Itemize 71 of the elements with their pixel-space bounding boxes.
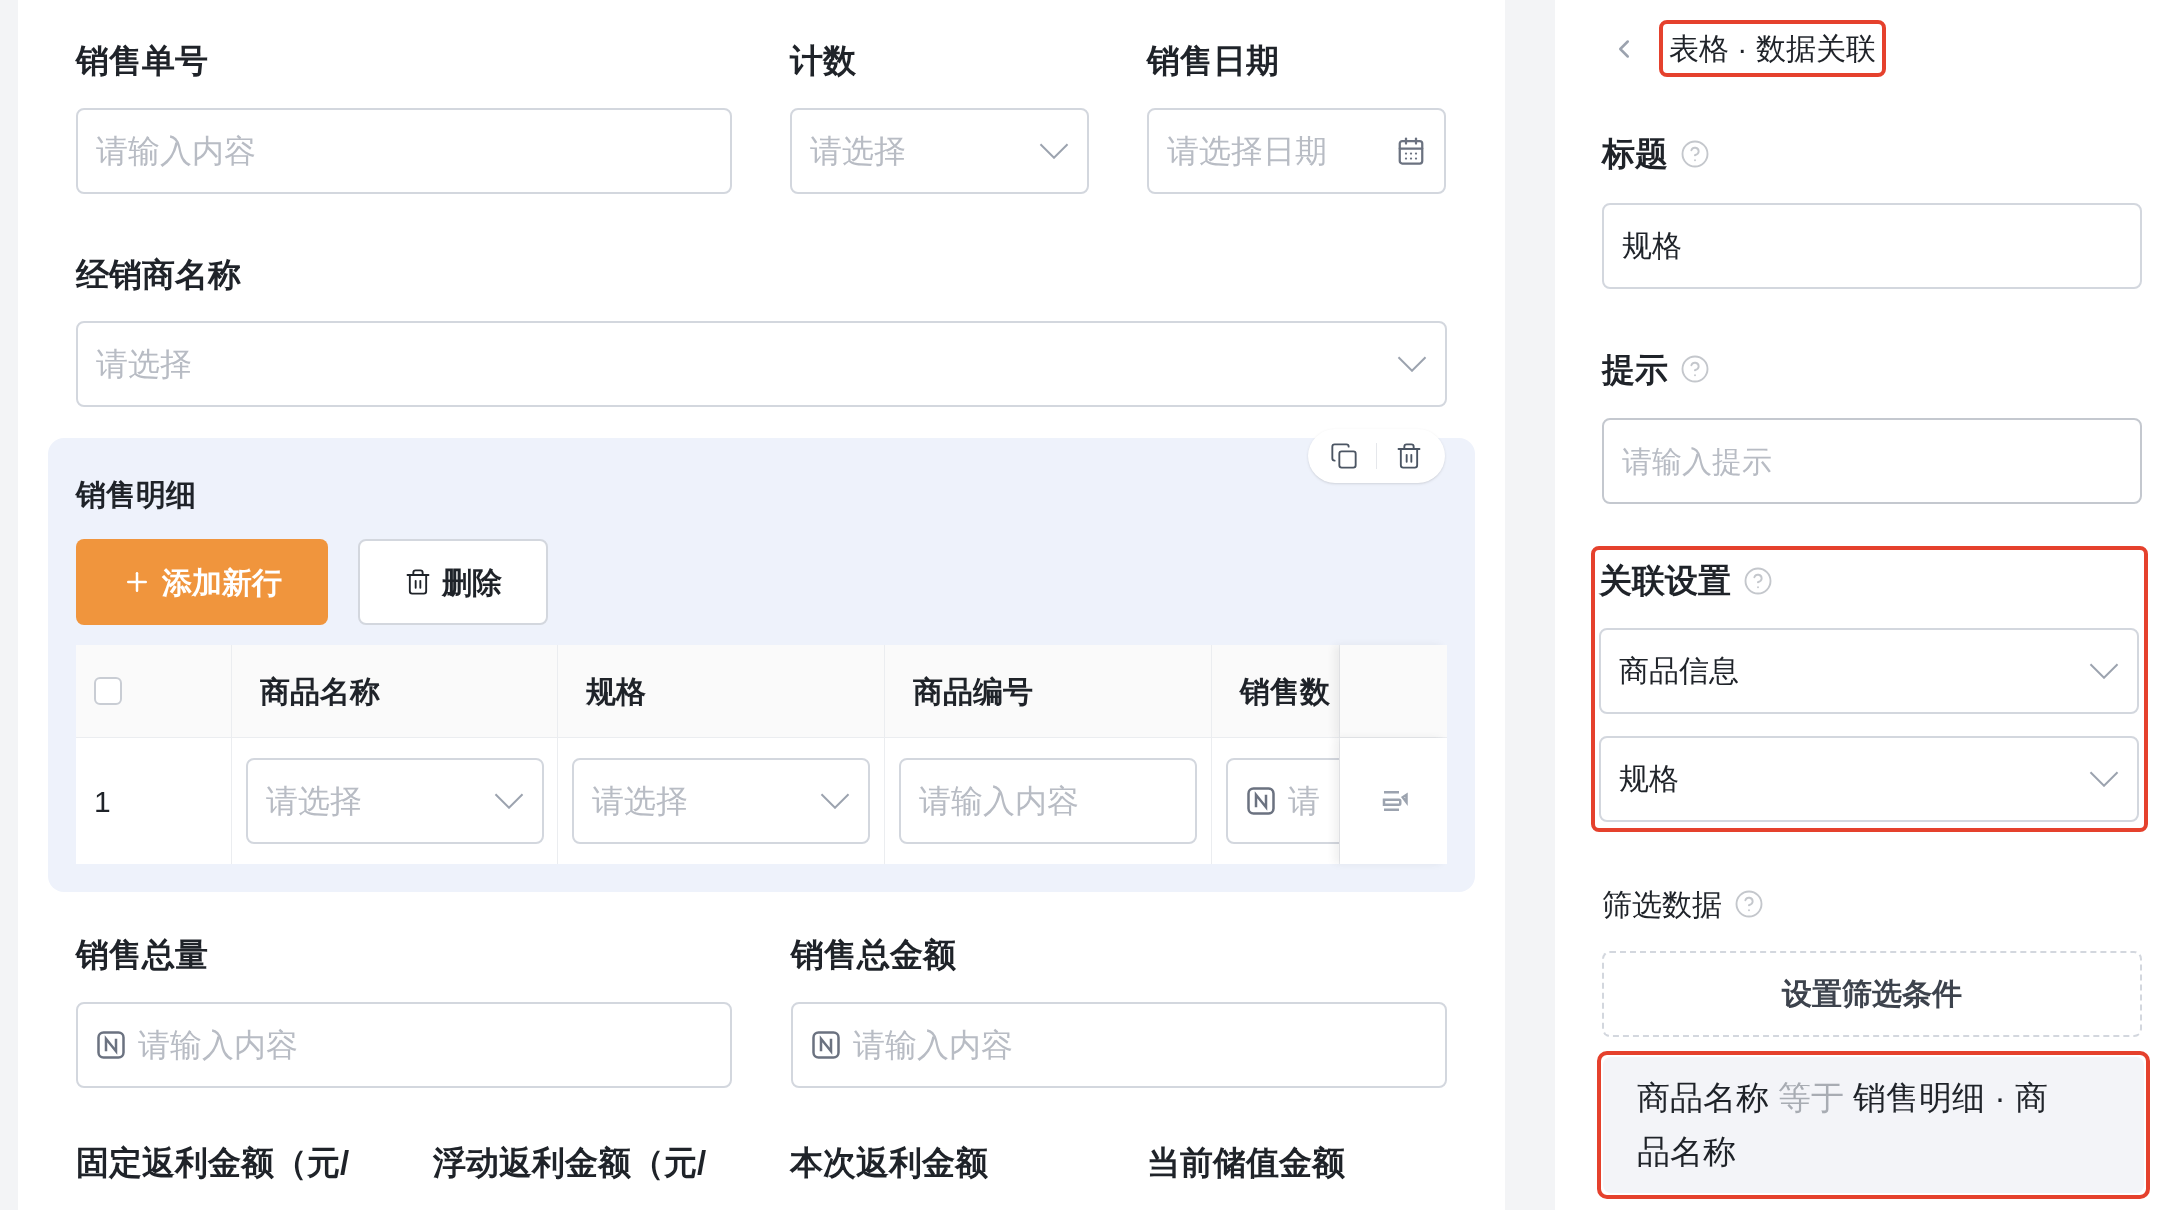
field-label: 浮动返利金额（元/ (433, 1142, 708, 1183)
field-label: 固定返利金额（元/ (76, 1142, 351, 1183)
column-header: 商品名称 (260, 673, 380, 710)
help-icon[interactable] (1743, 565, 1773, 596)
column-header: 商品编号 (913, 673, 1033, 710)
number-icon (811, 1029, 841, 1060)
placeholder-text: 请输入提示 (1622, 443, 1772, 480)
trash-icon[interactable] (1395, 442, 1423, 470)
calendar-icon (1396, 135, 1426, 166)
field-label: 销售总金额 (791, 935, 957, 975)
number-icon (1246, 786, 1276, 816)
column-header: 规格 (586, 673, 646, 710)
field-label: 销售总量 (76, 935, 209, 975)
select-field[interactable]: 请选择 (246, 758, 544, 844)
field-label: 提示 (1602, 349, 1668, 390)
field-label: 标题 (1602, 134, 1668, 174)
select-field[interactable]: 请选择 (790, 107, 1089, 194)
panel-title: 表格 · 数据关联 (1659, 20, 1886, 77)
field-label: 当前储值金额 (1147, 1142, 1346, 1183)
placeholder-text: 请选择 (592, 782, 689, 821)
field-label: 本次返利金额 (790, 1142, 989, 1183)
date-field[interactable]: 请选择日期 (1147, 107, 1446, 194)
column-header: 销售数 (1240, 673, 1330, 710)
field-label: 关联设置 (1599, 561, 1731, 601)
chevron-down-icon (2089, 662, 2119, 679)
input-field[interactable]: 请输入内容 (899, 758, 1197, 844)
chevron-down-icon (820, 793, 850, 809)
select-field[interactable]: 规格 (1599, 735, 2139, 822)
trash-icon (404, 568, 432, 596)
field-label: 销售单号 (76, 41, 209, 81)
select-all-checkbox[interactable] (94, 677, 122, 705)
chevron-down-icon (494, 793, 524, 809)
number-icon (96, 1029, 126, 1060)
placeholder-text: 请 (1288, 782, 1321, 821)
add-row-button[interactable]: 添加新行 (76, 539, 328, 625)
input-field[interactable]: 请输入内容 (76, 107, 732, 194)
help-icon[interactable] (1734, 889, 1764, 919)
placeholder-text: 请选择 (810, 131, 907, 171)
chevron-down-icon (1039, 142, 1069, 159)
number-field[interactable]: 请 (1226, 758, 1339, 844)
placeholder-text: 请输入内容 (138, 1025, 299, 1065)
row-number: 1 (94, 783, 111, 820)
delete-button[interactable]: 删除 (358, 539, 548, 625)
placeholder-text: 请输入内容 (853, 1025, 1014, 1065)
condition-text: 商品名称 等于 销售明细 · 商品名称 (1637, 1077, 2049, 1172)
chevron-down-icon (2089, 770, 2119, 787)
field-label: 经销商名称 (76, 254, 242, 295)
help-icon[interactable] (1680, 138, 1710, 169)
chevron-down-icon (1397, 356, 1427, 372)
select-value: 商品信息 (1619, 653, 1740, 689)
number-field[interactable]: 请输入内容 (791, 1001, 1447, 1088)
field-label: 计数 (790, 41, 857, 81)
input-field[interactable]: 请输入提示 (1602, 418, 2142, 504)
number-field[interactable]: 请输入内容 (76, 1001, 732, 1088)
placeholder-text: 请选择 (266, 782, 363, 821)
select-field[interactable]: 请选择 (76, 321, 1447, 407)
select-field[interactable]: 请选择 (572, 758, 870, 844)
copy-icon[interactable] (1330, 442, 1358, 470)
help-icon[interactable] (1680, 354, 1710, 385)
placeholder-text: 请选择日期 (1167, 131, 1328, 171)
field-label: 筛选数据 (1602, 886, 1722, 923)
section-title: 销售明细 (76, 478, 196, 511)
input-value: 规格 (1622, 228, 1682, 264)
input-field[interactable]: 规格 (1602, 202, 2142, 289)
placeholder-text: 请输入内容 (96, 131, 257, 171)
placeholder-text: 请输入内容 (919, 782, 1080, 821)
select-value: 规格 (1619, 761, 1680, 797)
placeholder-text: 请选择 (96, 345, 193, 384)
set-filter-button[interactable]: 设置筛选条件 (1602, 950, 2142, 1037)
field-label: 销售日期 (1147, 41, 1280, 81)
select-field[interactable]: 商品信息 (1599, 627, 2139, 714)
